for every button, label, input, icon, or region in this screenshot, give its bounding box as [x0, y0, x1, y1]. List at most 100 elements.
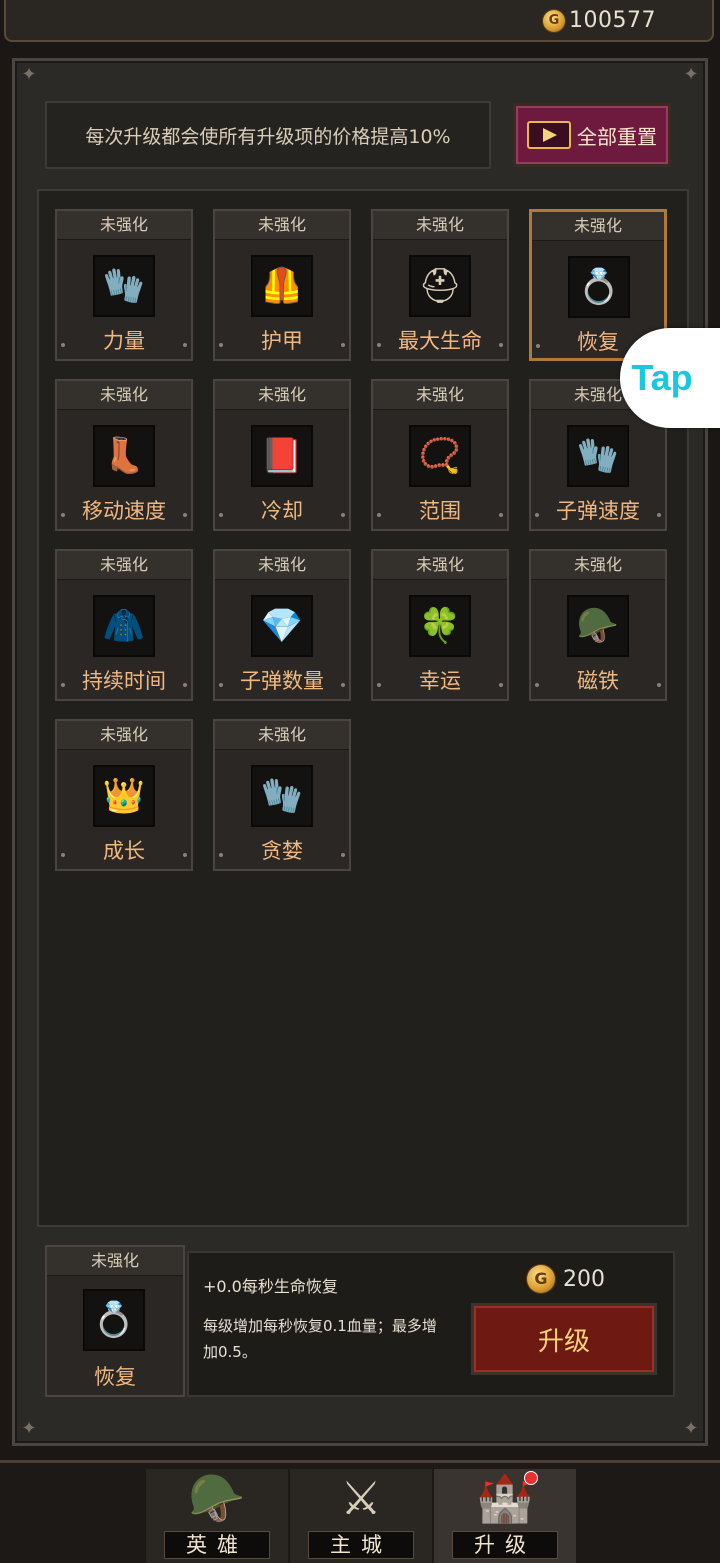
upgrade-label: 护甲 — [261, 329, 303, 353]
rivet-icon — [499, 683, 503, 687]
rivet-icon — [219, 343, 223, 347]
nav-tab-label: 升级 — [452, 1531, 558, 1559]
upgrade-card[interactable]: 未强化 🧤 力量 — [55, 209, 193, 361]
upgrade-icon-frame: 📿 — [409, 425, 471, 487]
crossed-swords-icon: ⚔ — [340, 1471, 382, 1525]
upgrade-card[interactable]: 未强化 📿 范围 — [371, 379, 509, 531]
rivet-icon — [183, 853, 187, 857]
upgrade-button-label: 升级 — [537, 1326, 590, 1357]
upgrade-item-icon: 🧤 — [576, 436, 620, 476]
upgrade-card[interactable]: 未强化 🧤 贪婪 — [213, 719, 351, 871]
upgrade-icon-frame: 📕 — [251, 425, 313, 487]
upgrade-item-icon: 🪖 — [576, 606, 620, 646]
upgrade-item-icon: 🧤 — [102, 266, 146, 306]
nav-tab[interactable]: 🏰 升级 — [434, 1469, 576, 1563]
rivet-icon — [341, 343, 345, 347]
upgrade-label: 范围 — [419, 499, 461, 523]
upgrade-item-icon: 👢 — [102, 436, 146, 476]
rivet-icon — [341, 513, 345, 517]
nav-tab[interactable]: 🪖 英雄 — [146, 1469, 288, 1563]
upgrade-icon-frame: 🪖 — [567, 595, 629, 657]
upgrade-icon-frame: 🧥 — [93, 595, 155, 657]
video-play-icon — [527, 121, 571, 149]
upgrade-label: 磁铁 — [577, 669, 619, 693]
rivet-icon — [61, 513, 65, 517]
rivet-icon — [535, 683, 539, 687]
upgrade-item-icon: 🦺 — [260, 266, 304, 306]
upgrade-status: 未强化 — [57, 721, 191, 750]
upgrade-status: 未强化 — [215, 381, 349, 410]
reset-all-button[interactable]: 全部重置 — [513, 103, 671, 167]
rivet-icon — [61, 343, 65, 347]
top-bar: G 100577 — [4, 0, 714, 42]
rivet-icon — [219, 513, 223, 517]
upgrade-label: 最大生命 — [398, 329, 482, 353]
rivet-icon — [183, 683, 187, 687]
upgrade-label: 移动速度 — [82, 499, 166, 523]
upgrade-status: 未强化 — [57, 211, 191, 240]
upgrade-item-icon: 📕 — [260, 436, 304, 476]
upgrade-label: 力量 — [103, 329, 145, 353]
reset-all-label: 全部重置 — [577, 124, 657, 149]
upgrade-icon-frame: 🧤 — [567, 425, 629, 487]
ring-icon: 💍 — [92, 1300, 136, 1340]
upgrade-icon-frame: ⛑ — [409, 255, 471, 317]
upgrade-detail-panel: +0.0每秒生命恢复 每级增加每秒恢复0.1血量；最多增加0.5。 G 200 … — [187, 1251, 675, 1397]
upgrade-item-icon: 👑 — [102, 776, 146, 816]
upgrade-label: 子弹数量 — [240, 669, 324, 693]
upgrade-label: 成长 — [103, 839, 145, 863]
upgrade-card[interactable]: 未强化 💎 子弹数量 — [213, 549, 351, 701]
upgrade-label: 幸运 — [419, 669, 461, 693]
upgrade-status: 未强化 — [215, 721, 349, 750]
nav-tab-label: 主城 — [308, 1531, 414, 1559]
upgrade-icon-frame: 💎 — [251, 595, 313, 657]
upgrade-card[interactable]: 未强化 🪖 磁铁 — [529, 549, 667, 701]
upgrade-label: 持续时间 — [82, 669, 166, 693]
corner-ornament-icon: ✦ — [21, 1418, 37, 1439]
upgrade-card[interactable]: 未强化 🧥 持续时间 — [55, 549, 193, 701]
upgrade-icon-frame: 👑 — [93, 765, 155, 827]
rivet-icon — [219, 853, 223, 857]
upgrade-card[interactable]: 未强化 🦺 护甲 — [213, 209, 351, 361]
corner-ornament-icon: ✦ — [683, 64, 699, 85]
rivet-icon — [657, 683, 661, 687]
upgrade-icon-frame: 💍 — [568, 256, 630, 318]
upgrade-effect: +0.0每秒生命恢复 — [203, 1277, 338, 1296]
rivet-icon — [341, 853, 345, 857]
upgrade-item-icon: 🧥 — [102, 606, 146, 646]
hero-helmet-icon: 🪖 — [188, 1471, 246, 1525]
upgrade-card[interactable]: 未强化 🍀 幸运 — [371, 549, 509, 701]
rivet-icon — [499, 513, 503, 517]
selected-upgrade-card: 未强化 💍 恢复 — [45, 1245, 185, 1397]
upgrade-status: 未强化 — [57, 381, 191, 410]
upgrade-item-icon: 🍀 — [418, 606, 462, 646]
nav-tab[interactable]: ⚔ 主城 — [290, 1469, 432, 1563]
upgrade-panel: ✦ ✦ ✦ ✦ 每次升级都会使所有升级项的价格提高10% 全部重置 未强化 🧤 力量… — [12, 58, 708, 1446]
gold-amount: 100577 — [569, 8, 656, 33]
rivet-icon — [377, 683, 381, 687]
upgrade-icon-frame: 🍀 — [409, 595, 471, 657]
upgrade-card[interactable]: 未强化 👢 移动速度 — [55, 379, 193, 531]
upgrade-label: 子弹速度 — [556, 499, 640, 523]
rivet-icon — [341, 683, 345, 687]
corner-ornament-icon: ✦ — [21, 64, 37, 85]
upgrade-item-icon: 📿 — [418, 436, 462, 476]
upgrade-label: 贪婪 — [261, 839, 303, 863]
upgrade-icon-frame: 👢 — [93, 425, 155, 487]
gold-coin-icon: G — [543, 9, 566, 32]
upgrade-item-icon: ⛑ — [418, 266, 462, 306]
upgrade-card[interactable]: 未强化 👑 成长 — [55, 719, 193, 871]
rivet-icon — [219, 683, 223, 687]
upgrade-item-icon: 🧤 — [260, 776, 304, 816]
upgrade-cost-amount: 200 — [563, 1266, 605, 1292]
notification-dot — [524, 1471, 538, 1485]
upgrade-button[interactable]: 升级 — [471, 1303, 657, 1375]
upgrade-cost: G 200 — [527, 1265, 605, 1293]
upgrade-status: 未强化 — [373, 551, 507, 580]
tap-floating-button[interactable]: Tap — [620, 328, 720, 428]
upgrade-card[interactable]: 未强化 📕 冷却 — [213, 379, 351, 531]
rivet-icon — [499, 343, 503, 347]
bottom-nav: 🪖 英雄 ⚔ 主城 🏰 升级 — [0, 1460, 720, 1563]
price-notice-text: 每次升级都会使所有升级项的价格提高10% — [85, 125, 451, 148]
upgrade-card[interactable]: 未强化 ⛑ 最大生命 — [371, 209, 509, 361]
